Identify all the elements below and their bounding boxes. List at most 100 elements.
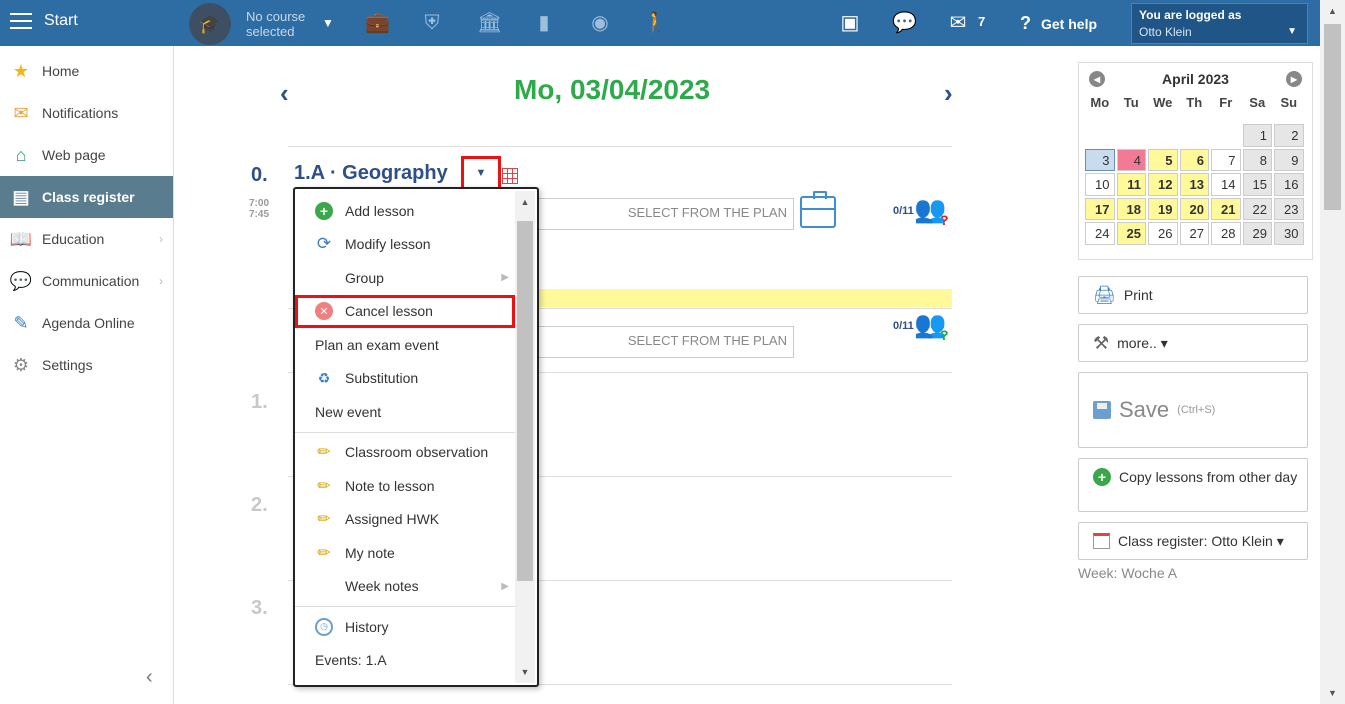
walking-people-icon[interactable]: 🚶 [643,11,668,35]
scroll-down-icon[interactable]: ▼ [1320,688,1345,698]
graduation-cap-icon[interactable]: 🎓 [189,3,231,45]
sidebar-item-web-page[interactable]: ⌂ Web page [0,134,173,176]
start-menu-button[interactable]: Start [10,12,78,30]
sidebar-item-settings[interactable]: ⚙ Settings [0,344,173,386]
class-register-selector[interactable]: Class register: Otto Klein ▾ [1078,522,1308,560]
calendar-day[interactable]: 30 [1274,222,1304,245]
calendar-day[interactable]: 28 [1211,222,1241,245]
menu-item-week-notes[interactable]: Week notes ▶ [295,570,515,604]
print-button[interactable]: 🖨 Print [1078,276,1308,314]
lesson-title[interactable]: 1.A · Geography [294,162,448,185]
calendar-day[interactable]: 5 [1148,148,1178,171]
sidebar-item-notifications[interactable]: ✉ Notifications [0,92,173,134]
menu-item-events-class[interactable]: Events: 1.A [295,644,515,678]
menu-item-substitution[interactable]: ♻ Substitution [295,362,515,396]
menu-item-add-lesson[interactable]: + Add lesson [295,194,515,228]
menu-item-new-event[interactable]: New event [295,395,515,429]
previous-month-icon[interactable]: ◀ [1089,71,1105,87]
sidebar-item-class-register[interactable]: ▤ Class register [0,176,173,218]
calendar-day[interactable]: 8 [1242,148,1272,171]
briefcase-icon[interactable] [800,191,836,228]
calendar-day[interactable]: 24 [1085,222,1115,245]
message-count[interactable]: 7 [978,14,985,29]
calendar-day[interactable]: 26 [1148,222,1178,245]
calendar-day[interactable]: 19 [1148,197,1178,220]
lesson-dropdown-button[interactable]: ▼ [461,156,501,190]
calendar-day[interactable]: 15 [1242,173,1272,196]
clock-icon: ◷ [315,617,333,636]
calendar-month: April 2023 [1162,71,1229,87]
students-icon[interactable]: 👥? [914,309,949,343]
cast-icon[interactable]: ▣ [838,11,862,35]
calendar-day[interactable]: 10 [1085,173,1115,196]
menu-item-plan-exam-event[interactable]: Plan an exam event [295,328,515,362]
calendar-day[interactable]: 2 [1274,124,1304,147]
scroll-down-icon[interactable]: ▼ [515,667,535,677]
mail-icon[interactable]: ✉ [946,11,970,35]
calendar-day[interactable]: 9 [1274,148,1304,171]
user-menu[interactable]: You are logged as Otto Klein ▼ [1131,3,1308,44]
calendar-day[interactable]: 3 [1085,148,1115,171]
calendar-day[interactable]: 11 [1116,173,1146,196]
calendar-day[interactable]: 4 [1116,148,1146,171]
calendar-day[interactable]: 22 [1242,197,1272,220]
sidebar-item-communication[interactable]: 💬 Communication › [0,260,173,302]
calendar-day[interactable]: 25 [1116,222,1146,245]
page-scrollbar[interactable]: ▲ ▼ [1320,0,1345,704]
menu-item-assigned-hwk[interactable]: ✏ Assigned HWK [295,503,515,537]
save-button[interactable]: Save (Ctrl+S) [1078,372,1308,448]
menu-item-modify-lesson[interactable]: ⟳ Modify lesson [295,228,515,262]
collapse-sidebar-icon[interactable]: ‹ [146,666,153,689]
help-label: Get help [1041,15,1098,32]
menu-item-history[interactable]: ◷ History [295,610,515,644]
select-from-plan-field[interactable]: SELECT FROM THE PLAN [514,326,794,358]
calendar-day[interactable]: 27 [1179,222,1209,245]
institution-icon[interactable]: 🏛 [477,11,502,35]
calendar-day[interactable]: 17 [1085,197,1115,220]
bar-chart-icon[interactable]: ▮ [532,11,556,35]
sidebar-item-education[interactable]: 📖 Education › [0,218,173,260]
calendar-day[interactable]: 1 [1242,124,1272,147]
shield-icon[interactable]: ⛨ [420,11,444,35]
help-button[interactable]: ? Get help [1020,13,1097,34]
calendar-day[interactable]: 21 [1211,197,1241,220]
question-icon: ? [1020,13,1031,33]
calendar-day[interactable]: 29 [1242,222,1272,245]
menu-item-classroom-observation[interactable]: ✏ Classroom observation [295,436,515,470]
calendar-day[interactable]: 16 [1274,173,1304,196]
calendar-day[interactable]: 7 [1211,148,1241,171]
sidebar-item-label: Agenda Online [42,315,135,331]
next-month-icon[interactable]: ▶ [1286,71,1302,87]
calendar-day[interactable]: 18 [1116,197,1146,220]
timetable-grid-icon[interactable] [502,168,518,184]
calendar-day[interactable]: 20 [1179,197,1209,220]
calendar-day[interactable]: 23 [1274,197,1304,220]
menu-item-my-note[interactable]: ✏ My note [295,536,515,570]
scroll-up-icon[interactable]: ▲ [1320,6,1345,16]
sidebar-item-home[interactable]: ★ Home [0,50,173,92]
scrollbar-thumb[interactable] [517,221,533,581]
more-button[interactable]: ⚒ more.. ▾ [1078,324,1308,362]
menu-item-note-to-lesson[interactable]: ✏ Note to lesson [295,469,515,503]
copy-lessons-button[interactable]: + Copy lessons from other day [1078,458,1308,512]
scrollbar-thumb[interactable] [1324,24,1341,210]
sidebar-item-agenda-online[interactable]: ✎ Agenda Online [0,302,173,344]
course-selector[interactable]: No course selected [246,9,305,39]
menu-item-cancel-lesson[interactable]: ✕ Cancel lesson [295,294,515,328]
next-day-icon[interactable]: › [944,78,953,109]
previous-day-icon[interactable]: ‹ [280,78,289,109]
menu-item-group[interactable]: Group ▶ [295,261,515,295]
caret-down-icon[interactable]: ▼ [322,16,334,30]
chat-icon[interactable]: 💬 [892,11,917,35]
select-from-plan-field[interactable]: SELECT FROM THE PLAN [514,198,794,230]
calendar-day[interactable]: 12 [1148,173,1178,196]
scroll-up-icon[interactable]: ▲ [515,197,535,207]
briefcase-icon[interactable]: 💼 [365,11,390,35]
calendar-day[interactable]: 14 [1211,173,1241,196]
students-icon[interactable]: 👥? [914,194,949,228]
menu-scrollbar[interactable]: ▲ ▼ [515,191,535,683]
menu-separator [295,606,515,607]
calendar-day[interactable]: 6 [1179,148,1209,171]
calendar-day[interactable]: 13 [1179,173,1209,196]
grade-badge-icon[interactable]: ◉ [588,11,612,35]
